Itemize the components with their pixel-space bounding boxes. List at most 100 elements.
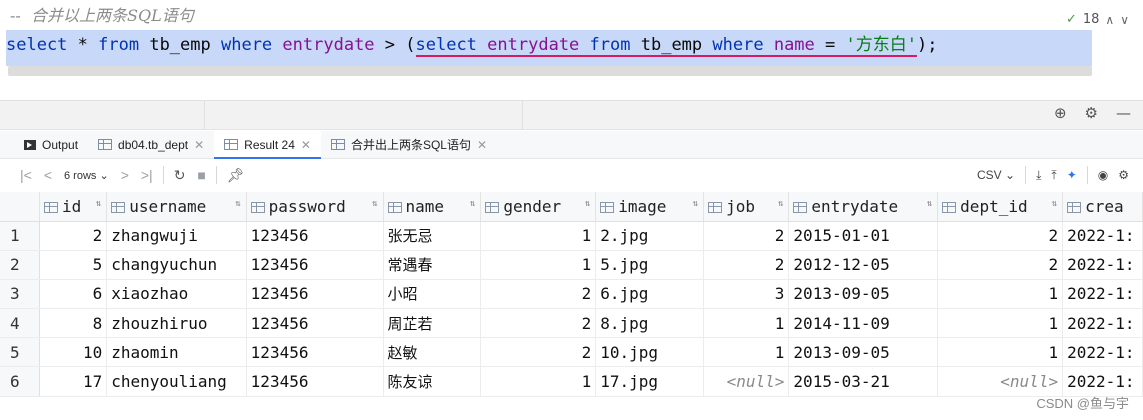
result-grid[interactable]: id ⇅ username ⇅ password ⇅ name ⇅ gender ⇅ im… (0, 192, 1143, 397)
table-row[interactable]: 5 10 zhaomin 123456 赵敏 2 10.jpg 1 2013-0… (0, 337, 1143, 368)
table-row[interactable]: 4 8 zhouzhiruo 123456 周芷若 2 8.jpg 1 2014… (0, 308, 1143, 339)
next-page-icon[interactable]: > (115, 167, 135, 183)
tab-db04-tb-dept[interactable]: db04.tb_dept ✕ (88, 131, 214, 158)
gear-icon[interactable]: ⚙ (1085, 104, 1098, 122)
cell-entrydate[interactable]: 2012-12-05 (788, 250, 939, 280)
column-header-password[interactable]: password ⇅ (246, 192, 384, 222)
column-header-dept-id[interactable]: dept_id ⇅ (937, 192, 1064, 222)
sort-icon[interactable]: ⇅ (470, 199, 475, 209)
export-format-dropdown[interactable]: CSV ⌄ (977, 168, 1015, 182)
chevron-up-icon[interactable]: ∧ (1105, 13, 1114, 27)
chevron-down-icon[interactable]: ∨ (1120, 13, 1129, 27)
eye-icon[interactable]: ◉ (1098, 168, 1108, 182)
cell-gender[interactable]: 2 (480, 279, 597, 310)
crosshair-icon[interactable]: ⊕ (1054, 104, 1067, 122)
close-icon[interactable]: ✕ (301, 138, 311, 152)
cell-username[interactable]: chenyouliang (106, 366, 247, 397)
cell-entrydate[interactable]: 2013-09-05 (788, 337, 939, 368)
cell-gender[interactable]: 1 (480, 221, 597, 251)
cell-username[interactable]: changyuchun (106, 250, 247, 280)
cell-job[interactable]: 1 (703, 337, 790, 368)
table-row[interactable]: 2 5 changyuchun 123456 常遇春 1 5.jpg 2 201… (0, 250, 1143, 280)
cell-dept-id[interactable]: <null> (937, 366, 1064, 397)
pin-icon[interactable]: 📌︎ (221, 167, 251, 184)
close-icon[interactable]: ✕ (194, 138, 204, 152)
column-header-image[interactable]: image ⇅ (595, 192, 705, 222)
sort-icon[interactable]: ⇅ (1052, 199, 1057, 209)
sort-icon[interactable]: ⇅ (235, 199, 240, 209)
cell-password[interactable]: 123456 (246, 337, 384, 368)
cell-entrydate[interactable]: 2015-03-21 (788, 366, 939, 397)
previous-page-icon[interactable]: < (38, 167, 58, 183)
cell-entrydate[interactable]: 2015-01-01 (788, 221, 939, 251)
sort-icon[interactable]: ⇅ (585, 199, 590, 209)
row-number[interactable]: 3 (0, 279, 40, 310)
column-header-name[interactable]: name ⇅ (383, 192, 482, 222)
cell-id[interactable]: 2 (39, 221, 108, 251)
cell-username[interactable]: zhaomin (106, 337, 247, 368)
editor-horizontal-scrollbar[interactable] (8, 66, 1092, 76)
inspection-widget[interactable]: ✓ 18 ∧ ∨ (1066, 12, 1129, 27)
cell-image[interactable]: 8.jpg (595, 308, 705, 339)
cell-image[interactable]: 2.jpg (595, 221, 705, 251)
cell-id[interactable]: 5 (39, 250, 108, 280)
sort-icon[interactable]: ⇅ (693, 199, 698, 209)
sql-statement[interactable]: select * from tb_emp where entrydate > (… (6, 30, 937, 60)
cell-job[interactable]: 3 (703, 279, 790, 310)
tab-merged-sql[interactable]: 合并出上两条SQL语句 ✕ (321, 131, 497, 158)
cell-password[interactable]: 123456 (246, 250, 384, 280)
row-number[interactable]: 6 (0, 366, 40, 397)
row-number[interactable]: 2 (0, 250, 40, 280)
download-icon[interactable]: ⤓ (1036, 168, 1041, 183)
stop-icon[interactable]: ■ (191, 167, 211, 183)
table-row[interactable]: 3 6 xiaozhao 123456 小昭 2 6.jpg 3 2013-09… (0, 279, 1143, 310)
cell-image[interactable]: 6.jpg (595, 279, 705, 310)
cell-gender[interactable]: 2 (480, 337, 597, 368)
cell-id[interactable]: 6 (39, 279, 108, 310)
cell-password[interactable]: 123456 (246, 308, 384, 339)
upload-icon[interactable]: ⤒ (1051, 168, 1056, 183)
cell-username[interactable]: zhouzhiruo (106, 308, 247, 339)
cell-job[interactable]: 2 (703, 221, 790, 251)
column-header-username[interactable]: username ⇅ (106, 192, 247, 222)
cell-name[interactable]: 周芷若 (383, 308, 482, 339)
column-header-create-time[interactable]: crea (1062, 192, 1143, 222)
column-header-job[interactable]: job ⇅ (703, 192, 790, 222)
cell-entrydate[interactable]: 2013-09-05 (788, 279, 939, 310)
cell-id[interactable]: 8 (39, 308, 108, 339)
cell-dept-id[interactable]: 1 (937, 337, 1064, 368)
cell-image[interactable]: 17.jpg (595, 366, 705, 397)
minimize-icon[interactable]: — (1116, 104, 1131, 122)
cell-create-time[interactable]: 2022-1: (1062, 279, 1143, 310)
cell-name[interactable]: 陈友谅 (383, 366, 482, 397)
cell-create-time[interactable]: 2022-1: (1062, 308, 1143, 339)
cell-username[interactable]: zhangwuji (106, 221, 247, 251)
cell-name[interactable]: 小昭 (383, 279, 482, 310)
last-page-icon[interactable]: >| (135, 167, 159, 183)
row-number[interactable]: 5 (0, 337, 40, 368)
sort-icon[interactable]: ⇅ (96, 199, 101, 209)
cell-id[interactable]: 10 (39, 337, 108, 368)
sort-icon[interactable]: ⇅ (778, 199, 783, 209)
cell-create-time[interactable]: 2022-1: (1062, 221, 1143, 251)
sql-editor[interactable]: -- 合并以上两条SQL语句 ✓ 18 ∧ ∨ select * from tb… (0, 0, 1143, 100)
cell-job[interactable]: <null> (703, 366, 790, 397)
row-number[interactable]: 1 (0, 221, 40, 251)
cell-username[interactable]: xiaozhao (106, 279, 247, 310)
tab-output[interactable]: Output (14, 131, 88, 158)
column-header-entrydate[interactable]: entrydate ⇅ (788, 192, 939, 222)
cell-dept-id[interactable]: 2 (937, 250, 1064, 280)
cell-gender[interactable]: 2 (480, 308, 597, 339)
cell-entrydate[interactable]: 2014-11-09 (788, 308, 939, 339)
refresh-icon[interactable]: ↻ (168, 167, 192, 184)
cell-gender[interactable]: 1 (480, 250, 597, 280)
row-number[interactable]: 4 (0, 308, 40, 339)
cell-dept-id[interactable]: 1 (937, 279, 1064, 310)
close-icon[interactable]: ✕ (477, 138, 487, 152)
cell-job[interactable]: 2 (703, 250, 790, 280)
cell-id[interactable]: 17 (39, 366, 108, 397)
column-header-gender[interactable]: gender ⇅ (480, 192, 597, 222)
tab-result-24[interactable]: Result 24 ✕ (214, 131, 321, 159)
sort-icon[interactable]: ⇅ (372, 199, 377, 209)
compare-icon[interactable]: ✦ (1067, 168, 1077, 182)
